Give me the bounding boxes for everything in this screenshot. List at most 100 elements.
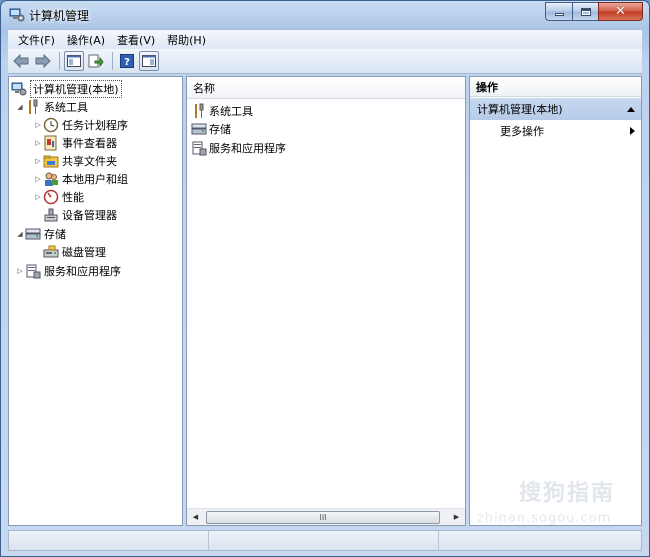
tools-icon — [191, 103, 207, 119]
event-viewer-icon — [43, 135, 59, 151]
tree-item-system-tools[interactable]: ◢ 系统工具 — [15, 98, 88, 116]
submenu-arrow-icon — [630, 127, 635, 135]
window-title: 计算机管理 — [29, 9, 90, 23]
tree-item-services-apps[interactable]: ▷ 服务和应用程序 — [15, 262, 121, 280]
chevron-right-icon: ▶ — [453, 513, 460, 521]
services-icon — [191, 140, 207, 156]
close-icon: ✕ — [615, 4, 626, 19]
action-pane-icon — [142, 55, 156, 67]
tree-label-device-manager: 设备管理器 — [62, 209, 117, 222]
menu-help[interactable]: 帮助(H) — [161, 32, 212, 48]
more-actions-label: 更多操作 — [500, 125, 544, 138]
tree-item-event-viewer[interactable]: ▷ 事件查看器 — [33, 134, 117, 152]
minimize-button[interactable] — [545, 2, 572, 21]
list-item[interactable]: 存储 — [191, 120, 231, 138]
tree-item-storage[interactable]: ◢ 存储 — [15, 225, 66, 243]
forward-button[interactable] — [33, 51, 53, 71]
tree-label-event-viewer: 事件查看器 — [62, 137, 117, 150]
back-button[interactable] — [11, 51, 31, 71]
column-header-label: 名称 — [193, 81, 215, 95]
expand-icon[interactable]: ▷ — [33, 120, 43, 130]
tree-item-root[interactable]: 计算机管理(本地) — [11, 80, 122, 98]
caption-buttons: ✕ — [545, 2, 643, 21]
device-manager-icon — [43, 207, 59, 223]
maximize-button[interactable] — [572, 2, 598, 21]
scroll-left-button[interactable]: ◀ — [187, 509, 204, 526]
back-arrow-icon — [13, 54, 29, 68]
actions-header: 操作 — [470, 77, 641, 97]
scroll-track[interactable]: III — [204, 510, 448, 525]
collapse-icon[interactable]: ◢ — [15, 102, 25, 112]
tree-label-local-users: 本地用户和组 — [62, 173, 128, 186]
list-item-label: 存储 — [209, 123, 231, 136]
action-section-label: 计算机管理(本地) — [477, 103, 563, 116]
column-header-name[interactable]: 名称 — [187, 77, 465, 99]
action-section-computer-management[interactable]: 计算机管理(本地) — [470, 98, 641, 120]
performance-icon — [43, 189, 59, 205]
expand-icon[interactable]: ▷ — [33, 156, 43, 166]
minimize-icon — [554, 13, 564, 16]
tools-icon — [25, 99, 41, 115]
show-hide-action-pane-button[interactable] — [139, 51, 159, 71]
computer-management-icon — [11, 81, 27, 97]
menu-view[interactable]: 查看(V) — [111, 32, 161, 48]
export-list-button[interactable] — [86, 51, 106, 71]
list-item[interactable]: 服务和应用程序 — [191, 139, 286, 157]
shared-folder-icon — [43, 153, 59, 169]
chevron-left-icon: ◀ — [192, 513, 199, 521]
users-icon — [43, 171, 59, 187]
tree-label-disk-management: 磁盘管理 — [62, 246, 106, 259]
list-item-label: 系统工具 — [209, 105, 253, 118]
menu-file[interactable]: 文件(F) — [12, 32, 61, 48]
tree-item-performance[interactable]: ▷ 性能 — [33, 188, 84, 206]
tree-item-task-scheduler[interactable]: ▷ 任务计划程序 — [33, 116, 128, 134]
toolbar-separator-2 — [112, 52, 113, 70]
tree-item-device-manager[interactable]: 设备管理器 — [43, 206, 117, 224]
menu-bar: 文件(F) 操作(A) 查看(V) 帮助(H) — [8, 29, 642, 49]
status-cell — [439, 531, 641, 550]
show-hide-console-tree-button[interactable] — [64, 51, 84, 71]
toolbar-separator — [59, 52, 60, 70]
services-icon — [25, 263, 41, 279]
list-item-label: 服务和应用程序 — [209, 142, 286, 155]
toolbar: ? — [8, 49, 642, 74]
more-actions-item[interactable]: 更多操作 — [470, 121, 641, 141]
tree-label-shared-folders: 共享文件夹 — [62, 155, 117, 168]
title-bar[interactable]: 计算机管理 ✕ — [1, 1, 649, 29]
export-icon — [88, 54, 104, 68]
clock-icon — [43, 117, 59, 133]
horizontal-scrollbar[interactable]: ◀ III ▶ — [187, 508, 465, 525]
scroll-thumb[interactable]: III — [206, 510, 440, 524]
close-button[interactable]: ✕ — [598, 2, 643, 21]
actions-pane: 操作 计算机管理(本地) 更多操作 — [469, 76, 642, 526]
tree-item-shared-folders[interactable]: ▷ 共享文件夹 — [33, 152, 117, 170]
tree-label-root: 计算机管理(本地) — [30, 80, 122, 98]
computer-management-icon — [9, 7, 25, 23]
results-pane[interactable]: 名称 系统工具 存储 服务和应用程序 ◀ III ▶ — [186, 76, 466, 526]
forward-arrow-icon — [35, 54, 51, 68]
menu-action[interactable]: 操作(A) — [61, 32, 111, 48]
console-tree-icon — [67, 55, 81, 67]
storage-icon — [191, 121, 207, 137]
console-tree-pane[interactable]: 计算机管理(本地) ◢ 系统工具 ▷ 任务计划程序 ▷ 事件查看器 ▷ 共享文件… — [8, 76, 183, 526]
help-button[interactable]: ? — [117, 51, 137, 71]
list-item[interactable]: 系统工具 — [191, 102, 253, 120]
tree-label-task-scheduler: 任务计划程序 — [62, 119, 128, 132]
expand-icon[interactable]: ▷ — [15, 266, 25, 276]
tree-item-disk-management[interactable]: 磁盘管理 — [43, 243, 106, 261]
scroll-right-button[interactable]: ▶ — [448, 509, 465, 526]
status-cell — [209, 531, 439, 550]
tree-label-storage: 存储 — [44, 228, 66, 241]
disk-management-icon — [43, 244, 59, 260]
expand-icon[interactable]: ▷ — [33, 192, 43, 202]
expand-icon[interactable]: ▷ — [33, 138, 43, 148]
expand-icon[interactable]: ▷ — [33, 174, 43, 184]
svg-text:?: ? — [124, 57, 130, 68]
collapse-section-icon[interactable] — [627, 106, 635, 112]
actions-header-label: 操作 — [476, 80, 498, 94]
scroll-grip: III — [319, 512, 327, 522]
collapse-icon[interactable]: ◢ — [15, 229, 25, 239]
tree-label-performance: 性能 — [62, 191, 84, 204]
status-cell — [9, 531, 209, 550]
tree-item-local-users[interactable]: ▷ 本地用户和组 — [33, 170, 128, 188]
